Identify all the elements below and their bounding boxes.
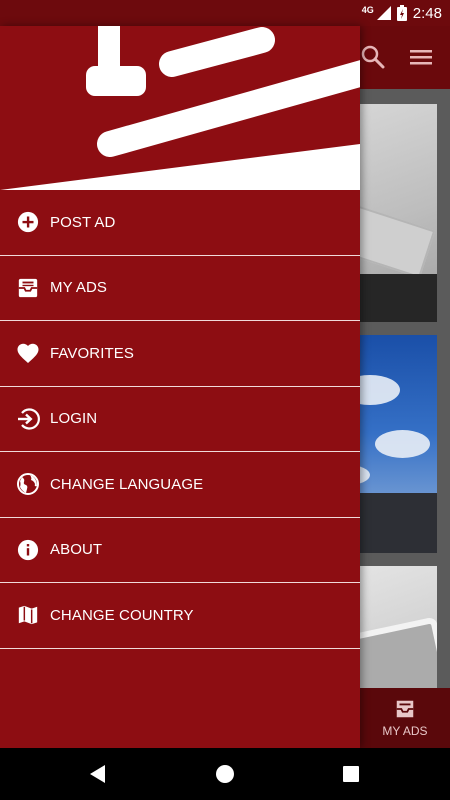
menu-item-favorites[interactable]: FAVORITES (0, 321, 360, 387)
recent-apps-icon[interactable] (343, 766, 359, 782)
signal-icon (376, 6, 391, 20)
menu-item-label: POST AD (50, 213, 116, 231)
status-bar: 4G 2:48 (0, 0, 450, 26)
menu-item-label: MY ADS (50, 279, 108, 297)
menu-item-change-language[interactable]: CHANGE LANGUAGE (0, 452, 360, 518)
menu-item-label: ABOUT (50, 541, 103, 559)
status-time: 2:48 (412, 4, 442, 22)
menu-item-my-ads[interactable]: MY ADS (0, 256, 360, 321)
heart-icon (16, 341, 40, 365)
brand-logo (0, 26, 360, 190)
menu-item-label: FAVORITES (50, 344, 134, 362)
ad-image (375, 430, 430, 458)
login-icon (16, 407, 40, 431)
menu-item-label: CHANGE LANGUAGE (50, 475, 204, 493)
battery-icon (396, 5, 407, 21)
map-icon (16, 603, 40, 627)
drawer-header (0, 26, 360, 190)
menu-icon[interactable] (408, 44, 434, 70)
add-circle-icon (16, 210, 40, 234)
drawer-menu: POST AD MY ADS FAVORITES LOGIN CHANGE LA (0, 190, 360, 649)
network-type: 4G (361, 5, 374, 15)
inbox-icon (16, 276, 40, 300)
menu-item-label: CHANGE COUNTRY (50, 606, 194, 624)
menu-item-change-country[interactable]: CHANGE COUNTRY (0, 583, 360, 649)
back-icon[interactable] (90, 765, 106, 783)
status-icons: 4G 2:48 (362, 0, 442, 26)
bottom-tab-my-ads[interactable]: MY ADS (360, 688, 450, 748)
menu-item-post-ad[interactable]: POST AD (0, 190, 360, 256)
system-nav-bar (0, 748, 450, 800)
menu-item-label: LOGIN (50, 410, 98, 428)
inbox-icon (396, 700, 414, 718)
globe-icon (16, 472, 40, 496)
menu-item-login[interactable]: LOGIN (0, 387, 360, 452)
search-icon[interactable] (360, 44, 386, 70)
navigation-drawer: POST AD MY ADS FAVORITES LOGIN CHANGE LA (0, 26, 360, 748)
bottom-tab-label: MY ADS (382, 724, 428, 738)
menu-item-about[interactable]: ABOUT (0, 518, 360, 583)
info-icon (16, 538, 40, 562)
home-icon[interactable] (216, 765, 234, 783)
